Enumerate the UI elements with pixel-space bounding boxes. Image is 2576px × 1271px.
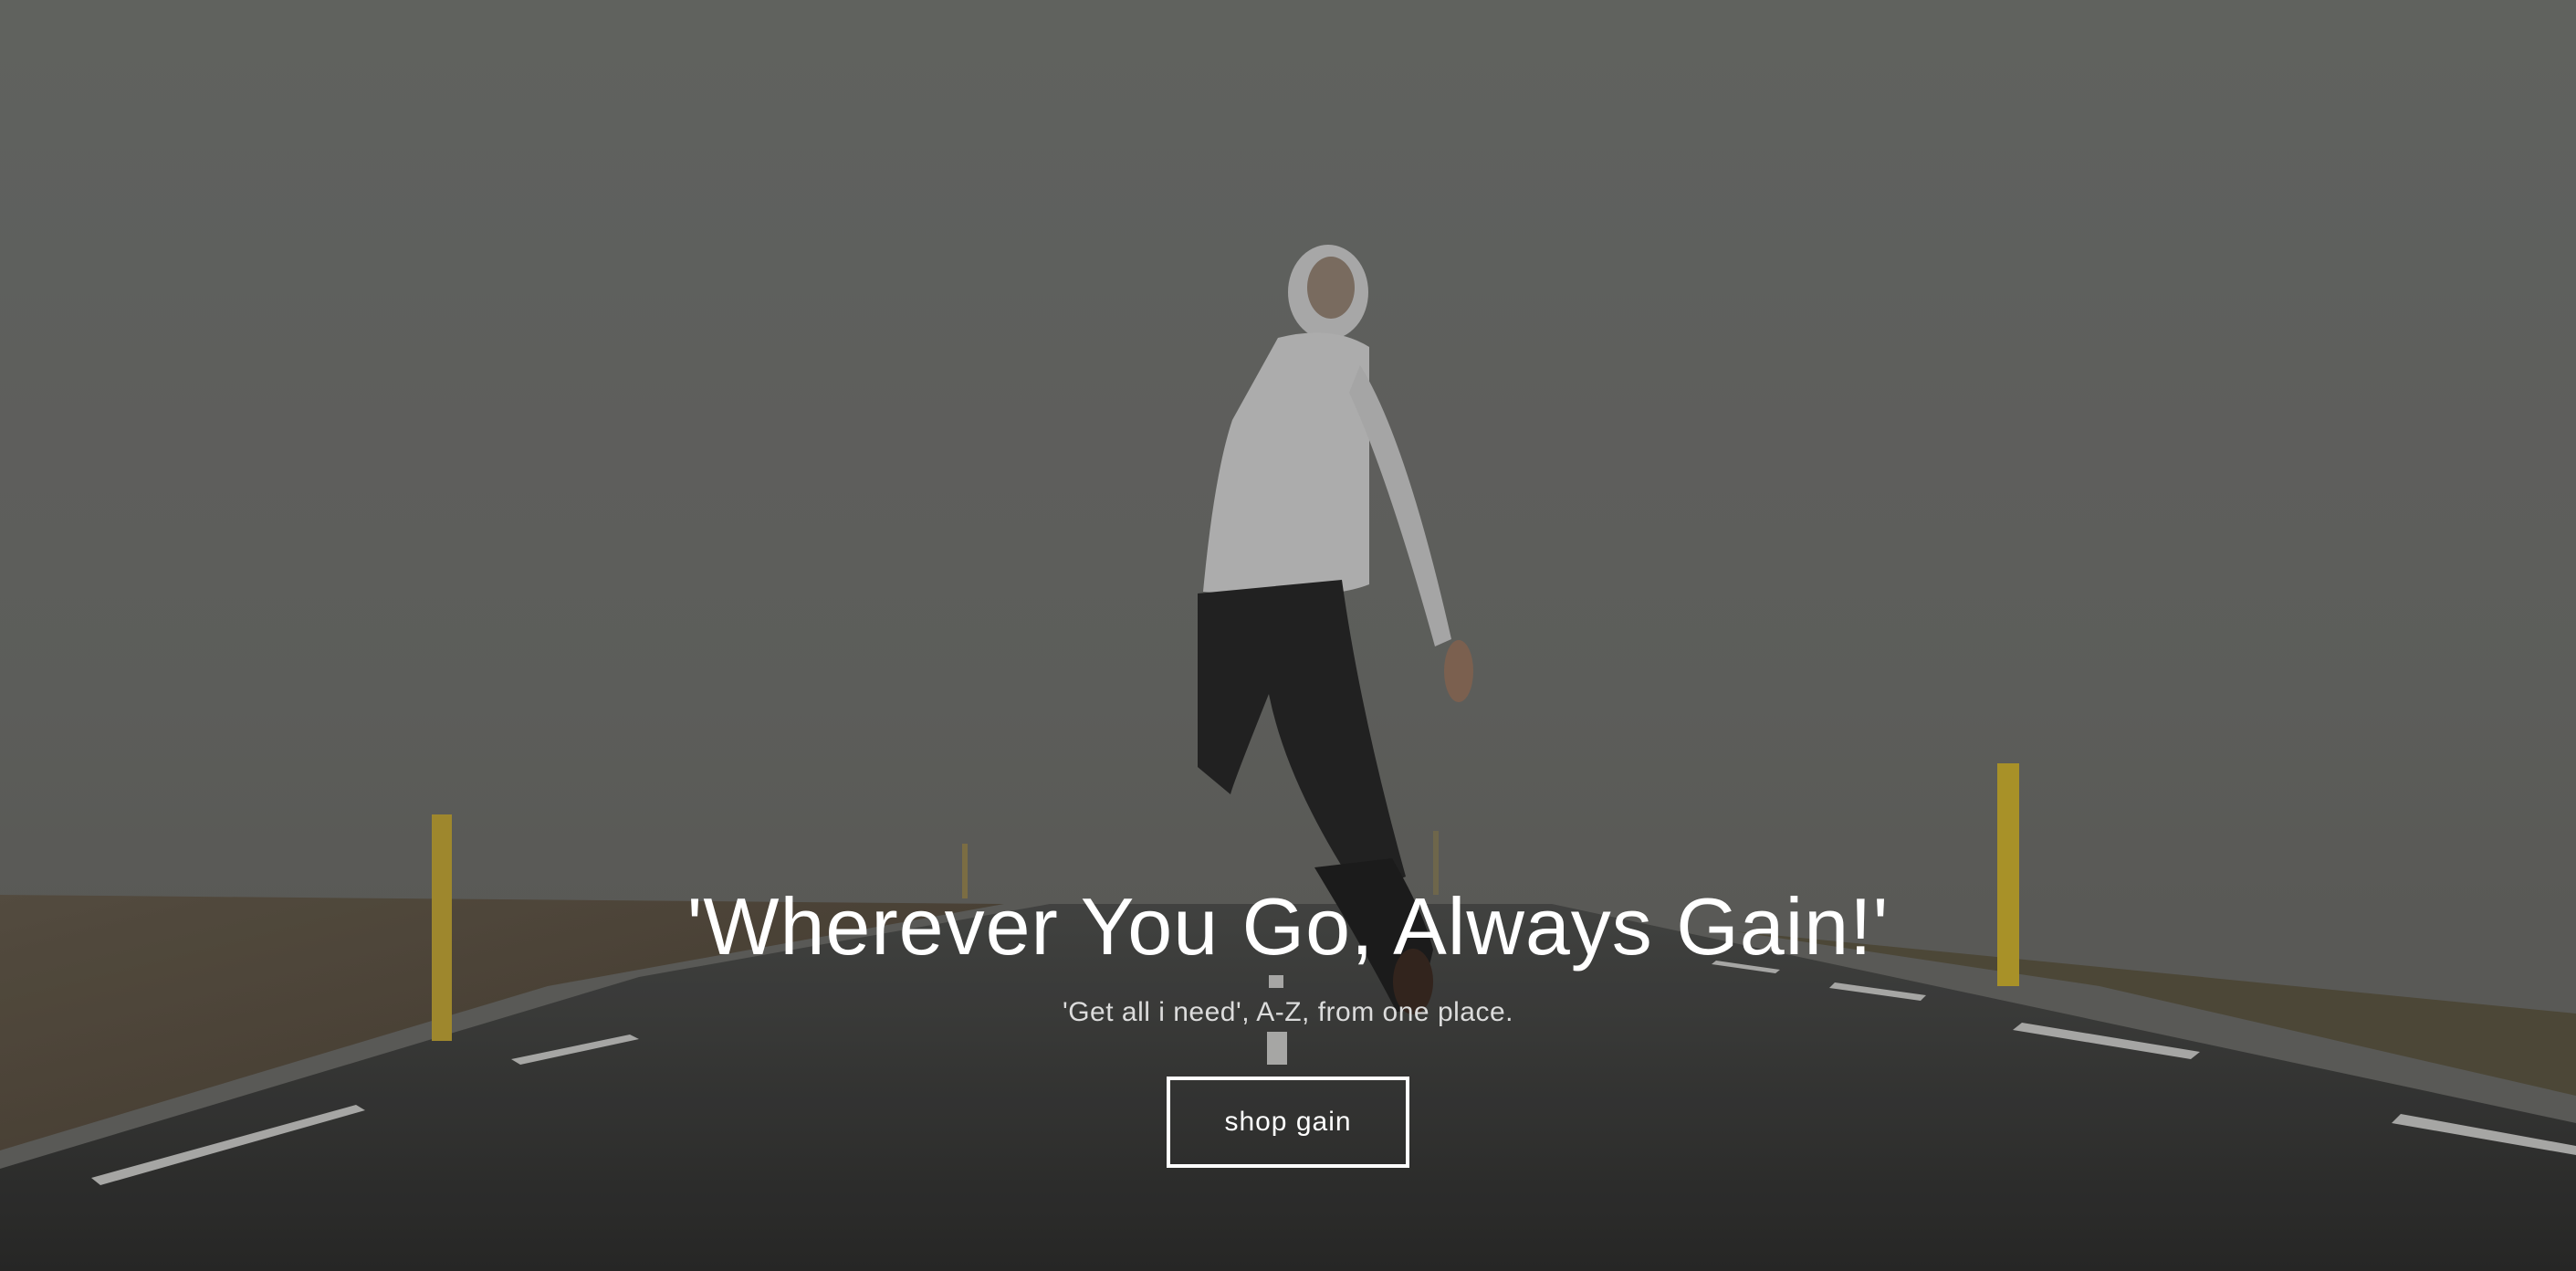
hero-subheading: 'Get all i need', A-Z, from one place. [1062,997,1514,1027]
hero-heading: 'Wherever You Go, Always Gain!' [686,881,1890,972]
hero-banner: 'Wherever You Go, Always Gain!' 'Get all… [0,0,2576,1271]
shop-button[interactable]: shop gain [1167,1077,1409,1168]
hero-content: 'Wherever You Go, Always Gain!' 'Get all… [0,872,2576,1168]
